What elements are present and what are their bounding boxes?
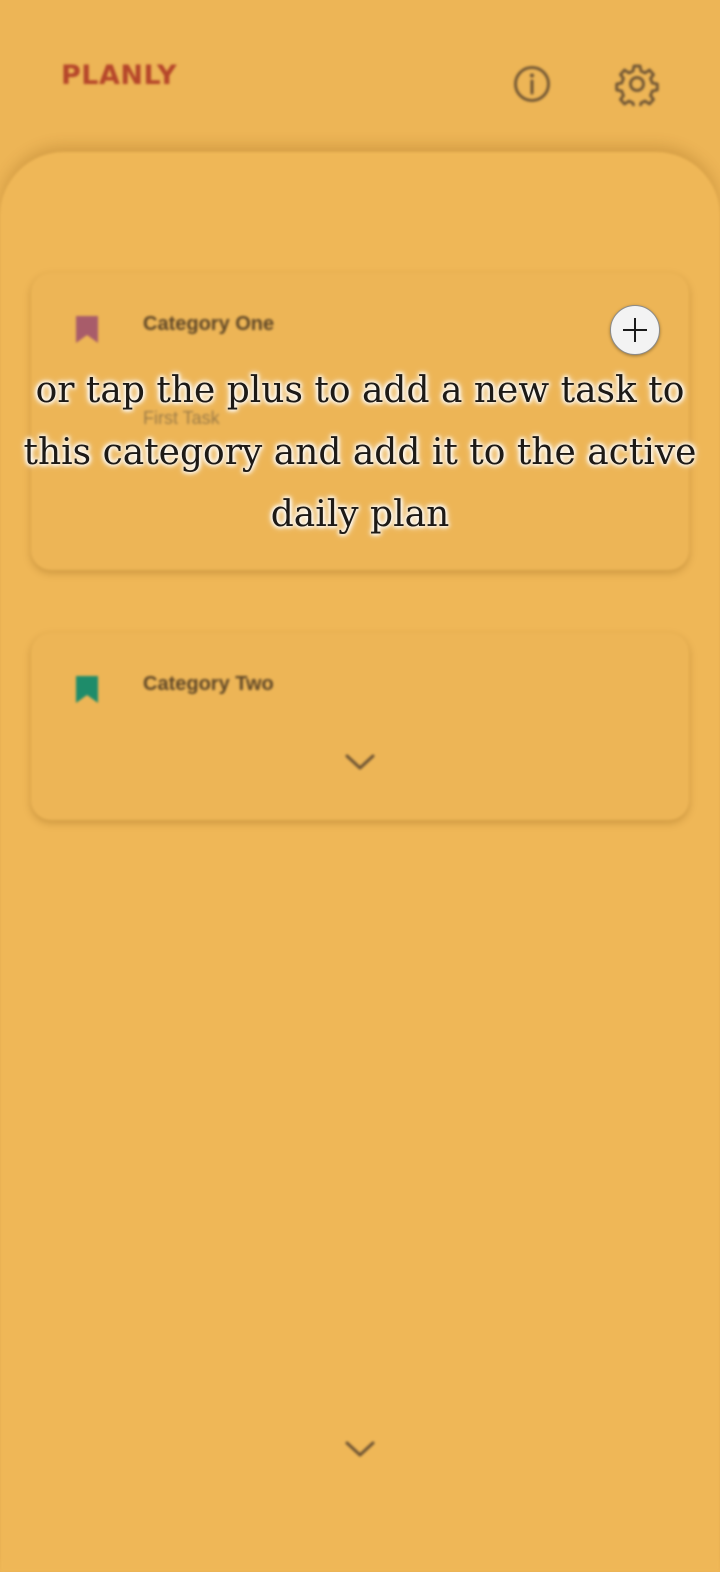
chevron-down-icon[interactable] [344,751,376,773]
bookmark-icon [76,316,98,343]
app-title: PLANLY [61,60,178,91]
category-title: Category One [143,313,275,335]
category-title: Category Two [143,673,274,695]
plus-icon [623,318,647,342]
info-circle-icon[interactable] [510,62,554,106]
chevron-down-icon[interactable] [344,1438,376,1460]
tutorial-hint-text: or tap the plus to add a new task to thi… [23,370,697,535]
bookmark-icon [76,676,98,703]
gear-icon[interactable] [615,62,659,106]
add-task-button[interactable] [610,305,660,355]
app-background-layer: PLANLY Category One First Task Category … [0,0,720,1572]
category-card-two[interactable]: Category Two [31,633,689,820]
